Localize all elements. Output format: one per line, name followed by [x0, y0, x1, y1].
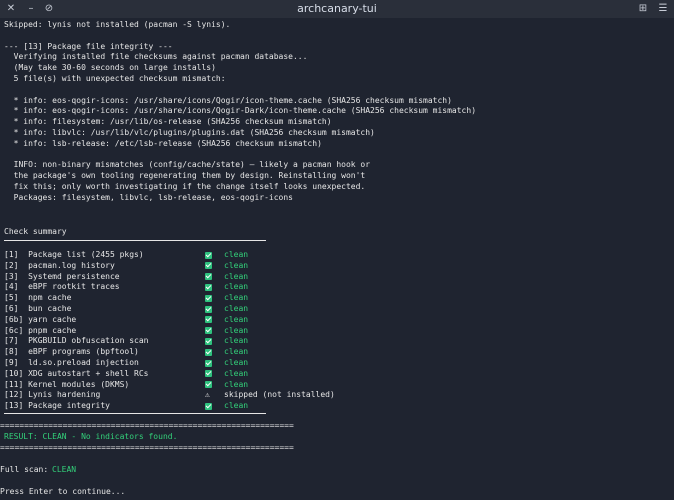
- summary-row-status: clean: [224, 282, 249, 292]
- full-scan-label: Full scan:: [0, 465, 49, 474]
- summary-row-label: [2] pacman.log history: [4, 260, 115, 270]
- output-line: * info: eos-qogir-icons: /usr/share/icon…: [4, 106, 477, 116]
- window-title: archcanary-tui: [297, 2, 377, 15]
- output-line: (May take 30-60 seconds on large install…: [4, 63, 216, 73]
- summary-row-label: [13] Package integrity: [4, 401, 110, 411]
- check-mark-icon: [205, 305, 212, 313]
- output-line: Skipped: lynis not installed (pacman -S …: [4, 20, 231, 29]
- check-mark-icon: [205, 402, 212, 410]
- summary-row-label: [3] Systemd persistence: [4, 271, 120, 281]
- warning-icon: ⚠: [205, 390, 210, 400]
- output-line: * info: eos-qogir-icons: /usr/share/icon…: [4, 95, 452, 105]
- check-mark-icon: [205, 262, 212, 270]
- check-mark-icon: [205, 294, 212, 302]
- summary-row-status: clean: [224, 293, 249, 303]
- output-line: Packages: filesystem, libvlc, lsb-releas…: [4, 192, 293, 202]
- summary-row-label: [11] Kernel modules (DKMS): [4, 379, 130, 389]
- menu-icon[interactable]: ☰: [656, 2, 670, 16]
- check-mark-icon: [205, 283, 212, 291]
- output-line: INFO: non-binary mismatches (config/cach…: [4, 160, 371, 170]
- output-line: * info: filesystem: /usr/lib/os-release …: [4, 117, 332, 127]
- summary-row-status: clean: [224, 250, 249, 259]
- output-line: ========================================…: [0, 421, 294, 430]
- check-mark-icon: [205, 370, 212, 378]
- output-line: ========================================…: [0, 443, 294, 452]
- terminal-output[interactable]: Skipped: lynis not installed (pacman -S …: [0, 18, 674, 500]
- summary-row-label: [1] Package list (2455 pkgs): [4, 250, 144, 259]
- check-mark-icon: [205, 337, 212, 345]
- check-mark-icon: [205, 273, 212, 281]
- summary-rule: [4, 240, 266, 241]
- continue-prompt: Press Enter to continue...: [0, 487, 126, 496]
- output-line: the package's own tooling regenerating t…: [4, 171, 366, 181]
- check-mark-icon: [205, 359, 212, 367]
- output-line: * info: libvlc: /usr/lib/vlc/plugins/plu…: [4, 128, 375, 137]
- summary-row-label: [4] eBPF rootkit traces: [4, 282, 120, 292]
- output-line: Verifying installed file checksums again…: [4, 52, 308, 62]
- output-line: 5 file(s) with unexpected checksum misma…: [4, 74, 226, 83]
- check-mark-icon: [205, 316, 212, 324]
- summary-row-status: clean: [224, 379, 249, 389]
- summary-row-status: clean: [224, 314, 249, 324]
- output-line: fix this; only worth investigating if th…: [4, 182, 366, 191]
- summary-row-status: clean: [224, 325, 249, 335]
- summary-row-status: clean: [224, 260, 249, 270]
- summary-row-status: clean: [224, 358, 249, 367]
- summary-row-label: [6] bun cache: [4, 304, 72, 313]
- output-line: * info: lsb-release: /etc/lsb-release (S…: [4, 138, 322, 148]
- check-mark-icon: [205, 381, 212, 389]
- summary-row-label: [7] PKGBUILD obfuscation scan: [4, 336, 149, 346]
- summary-row-status: skipped (not installed): [224, 390, 335, 400]
- summary-row-status: clean: [224, 347, 249, 357]
- summary-row-status: clean: [224, 336, 249, 346]
- check-mark-icon: [205, 327, 212, 335]
- summary-row-label: [6b] yarn cache: [4, 314, 77, 324]
- summary-row-label: [8] eBPF programs (bpftool): [4, 347, 139, 357]
- summary-row-status: clean: [224, 304, 249, 313]
- summary-row-label: [10] XDG autostart + shell RCs: [4, 368, 149, 378]
- full-scan-value: CLEAN: [52, 465, 77, 474]
- summary-row-label: [6c] pnpm cache: [4, 325, 77, 335]
- summary-row-status: clean: [224, 368, 249, 378]
- output-line: Check summary: [4, 227, 67, 236]
- summary-row-status: clean: [224, 401, 249, 411]
- result-text: RESULT: CLEAN - No indicators found.: [4, 432, 178, 441]
- summary-row-label: [12] Lynis hardening: [4, 390, 101, 400]
- summary-row-label: [5] npm cache: [4, 293, 72, 303]
- output-line: --- [13] Package file integrity ---: [4, 41, 173, 51]
- summary-rule: [4, 413, 266, 414]
- title-bar: ✕ – ⊘ archcanary-tui ⊞ ☰: [0, 0, 674, 18]
- check-mark-icon: [205, 251, 212, 259]
- new-tab-icon[interactable]: ⊞: [636, 2, 650, 16]
- summary-row-label: [9] ld.so.preload injection: [4, 358, 139, 367]
- summary-row-status: clean: [224, 271, 249, 281]
- check-mark-icon: [205, 348, 212, 356]
